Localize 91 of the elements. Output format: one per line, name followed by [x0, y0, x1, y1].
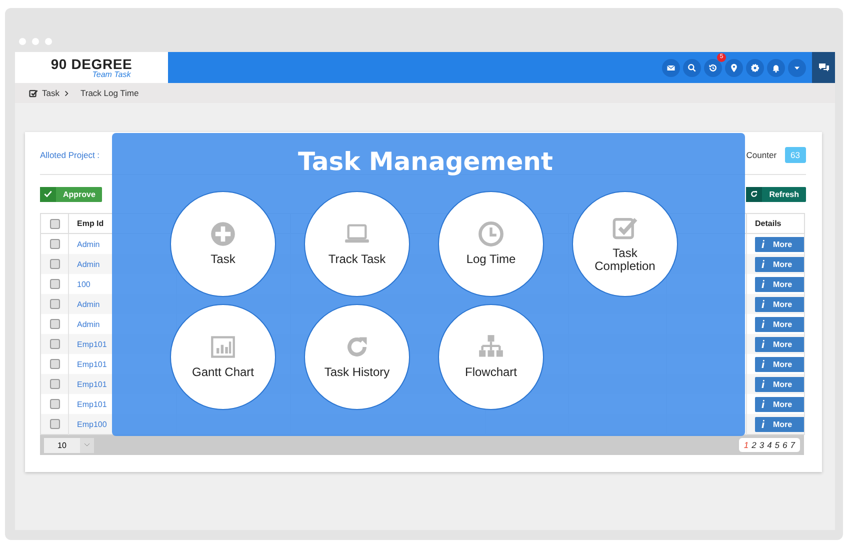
chevron-down-icon — [83, 442, 91, 448]
counter-label: Counter — [746, 150, 777, 160]
info-icon — [761, 320, 765, 328]
info-icon — [761, 400, 765, 408]
more-button[interactable]: More — [755, 356, 804, 372]
feature-button[interactable]: Gantt Chart — [170, 304, 276, 410]
more-button[interactable]: More — [755, 316, 804, 332]
emp-id-link[interactable]: Admin — [77, 320, 100, 328]
row-checkbox[interactable] — [50, 239, 60, 249]
check-icon — [44, 190, 52, 198]
breadcrumb-current: Track Log Time — [80, 88, 139, 98]
location-button[interactable] — [725, 58, 743, 76]
feature-button[interactable]: Track Task — [304, 191, 410, 297]
row-checkbox[interactable] — [50, 379, 60, 389]
more-button[interactable]: More — [755, 236, 804, 252]
info-icon — [761, 420, 765, 428]
page-link[interactable]: 4 — [767, 440, 772, 450]
row-checkbox[interactable] — [50, 279, 60, 289]
info-icon — [761, 360, 765, 368]
emp-id-link[interactable]: Admin — [77, 240, 100, 248]
emp-id-link[interactable]: 100 — [77, 280, 90, 288]
column-header: Details — [746, 214, 804, 234]
more-button[interactable]: More — [755, 376, 804, 392]
select-all-checkbox[interactable] — [50, 218, 60, 228]
emp-id-link[interactable]: Admin — [77, 300, 100, 308]
window-controls — [19, 38, 52, 45]
chat-button[interactable] — [812, 52, 835, 83]
chat-bubbles-icon — [816, 62, 830, 74]
checkbox-icon — [29, 88, 38, 98]
feature-button[interactable]: Log Time — [438, 191, 544, 297]
approve-button[interactable]: Approve — [40, 186, 102, 202]
info-icon — [761, 280, 765, 288]
map-pin-icon — [729, 62, 739, 72]
more-button[interactable]: More — [755, 396, 804, 412]
row-checkbox[interactable] — [50, 319, 60, 329]
feature-button[interactable]: Flowchart — [438, 304, 544, 410]
field-label: Alloted Project : — [40, 150, 100, 160]
mail-button[interactable] — [662, 58, 680, 76]
page-link[interactable]: 3 — [759, 440, 764, 450]
page-size-select[interactable]: 10 — [44, 438, 94, 452]
chevron-icon — [63, 90, 70, 96]
more-button[interactable]: More — [755, 256, 804, 272]
page-link[interactable]: 6 — [782, 440, 788, 450]
envelope-icon — [666, 62, 676, 72]
emp-id-link[interactable]: Emp101 — [77, 380, 107, 388]
emp-id-link[interactable]: Emp100 — [77, 420, 107, 428]
more-button[interactable]: More — [755, 336, 804, 352]
row-checkbox[interactable] — [50, 299, 60, 309]
info-icon — [761, 300, 765, 308]
page-link[interactable]: 7 — [790, 440, 795, 450]
overlay-title: Task Management — [298, 147, 553, 177]
bar-chart-icon — [210, 334, 236, 360]
info-icon — [761, 340, 765, 348]
feature-button[interactable]: Task Completion — [572, 191, 678, 297]
info-icon — [761, 260, 765, 268]
notifications-button[interactable] — [767, 58, 785, 76]
page-link[interactable]: 5 — [774, 440, 780, 450]
info-icon — [761, 380, 765, 388]
settings-icon — [750, 62, 760, 72]
row-checkbox[interactable] — [50, 399, 60, 409]
history-icon — [708, 62, 718, 72]
plus-icon — [210, 221, 236, 248]
refresh-button[interactable]: Refresh — [746, 186, 806, 202]
emp-id-link[interactable]: Emp101 — [77, 360, 107, 368]
more-button[interactable]: More — [755, 296, 804, 312]
search-button[interactable] — [683, 58, 701, 76]
clock-icon — [478, 221, 504, 248]
bell-icon — [771, 62, 781, 72]
row-checkbox[interactable] — [50, 259, 60, 269]
page-link[interactable]: 1 — [744, 440, 749, 450]
emp-id-link[interactable]: Admin — [77, 260, 100, 268]
logo-subtitle: Team Task — [92, 70, 131, 78]
breadcrumb-link[interactable]: Task — [42, 88, 60, 98]
emp-id-link[interactable]: Emp101 — [77, 340, 107, 348]
info-icon — [761, 240, 765, 248]
more-button[interactable]: More — [755, 416, 804, 432]
page-link[interactable]: 2 — [752, 440, 756, 450]
row-checkbox[interactable] — [50, 419, 60, 429]
feature-button[interactable]: Task History — [304, 304, 410, 410]
settings-button[interactable] — [746, 58, 764, 76]
more-button[interactable]: More — [755, 276, 804, 292]
history-button[interactable] — [704, 58, 722, 76]
row-checkbox[interactable] — [50, 359, 60, 369]
logo-title: 90 DEGREE — [50, 56, 132, 70]
refresh-icon — [750, 190, 758, 198]
feature-button[interactable]: Task — [170, 191, 276, 297]
search-icon — [687, 62, 697, 72]
row-checkbox[interactable] — [50, 339, 60, 349]
counter-badge: 63 — [784, 146, 806, 162]
emp-id-link[interactable]: Emp101 — [77, 400, 107, 408]
dropdown-button[interactable] — [788, 58, 806, 76]
